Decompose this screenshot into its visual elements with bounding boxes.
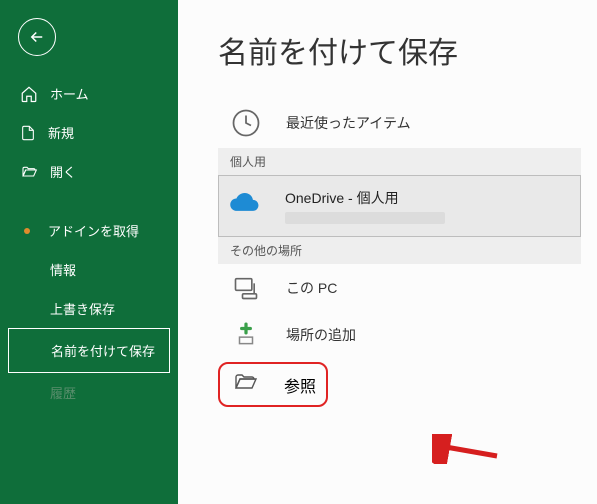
sidebar-item-new[interactable]: 新規: [0, 113, 178, 152]
onedrive-icon: [227, 193, 261, 215]
home-icon: [20, 85, 38, 103]
sidebar-item-addins[interactable]: アドインを取得: [0, 211, 178, 250]
section-personal: 個人用: [218, 148, 581, 175]
document-icon: [20, 124, 36, 142]
sidebar-item-save[interactable]: 上書き保存: [0, 289, 178, 328]
clock-icon: [231, 108, 261, 138]
sidebar-item-label: 新規: [48, 123, 74, 142]
sidebar-item-label: ホーム: [50, 84, 89, 103]
sidebar-item-label: アドインを取得: [48, 221, 139, 240]
backstage-sidebar: ホーム 新規 開く アドインを取得 情報 上書き保存 名前を付けて保存 履歴: [0, 0, 178, 504]
folder-open-icon: [230, 370, 260, 394]
sidebar-item-label: 上書き保存: [50, 299, 115, 318]
sidebar-item-label: 開く: [50, 162, 76, 181]
recent-label: 最近使ったアイテム: [286, 113, 411, 133]
sidebar-item-label: 履歴: [50, 386, 76, 401]
add-location[interactable]: 場所の追加: [218, 312, 597, 358]
main-panel: 名前を付けて保存 最近使ったアイテム 個人用 OneDrive - 個人用 その…: [178, 0, 597, 504]
browse-label: 参照: [284, 373, 316, 397]
sidebar-item-label: 名前を付けて保存: [51, 341, 155, 360]
this-pc-label: この PC: [286, 278, 337, 298]
sidebar-item-history[interactable]: 履歴: [0, 373, 178, 402]
browse-button[interactable]: 参照: [218, 362, 328, 407]
sidebar-item-open[interactable]: 開く: [0, 152, 178, 191]
back-button[interactable]: [18, 18, 56, 56]
folder-open-icon: [20, 164, 38, 180]
arrow-left-icon: [28, 28, 46, 46]
onedrive-account-redacted: [285, 212, 445, 224]
pc-icon: [232, 274, 260, 302]
add-location-label: 場所の追加: [286, 325, 356, 345]
onedrive-personal[interactable]: OneDrive - 個人用: [218, 175, 581, 237]
this-pc[interactable]: この PC: [218, 264, 597, 312]
sidebar-item-label: 情報: [50, 260, 76, 279]
recent-items[interactable]: 最近使ったアイテム: [218, 98, 597, 148]
section-other: その他の場所: [218, 237, 581, 264]
sidebar-item-info[interactable]: 情報: [0, 250, 178, 289]
onedrive-title: OneDrive - 個人用: [285, 188, 445, 208]
sidebar-item-home[interactable]: ホーム: [0, 74, 178, 113]
sidebar-item-save-as[interactable]: 名前を付けて保存: [8, 328, 170, 373]
bullet-icon: [24, 228, 30, 234]
add-location-icon: [233, 322, 259, 348]
page-title: 名前を付けて保存: [218, 28, 597, 72]
